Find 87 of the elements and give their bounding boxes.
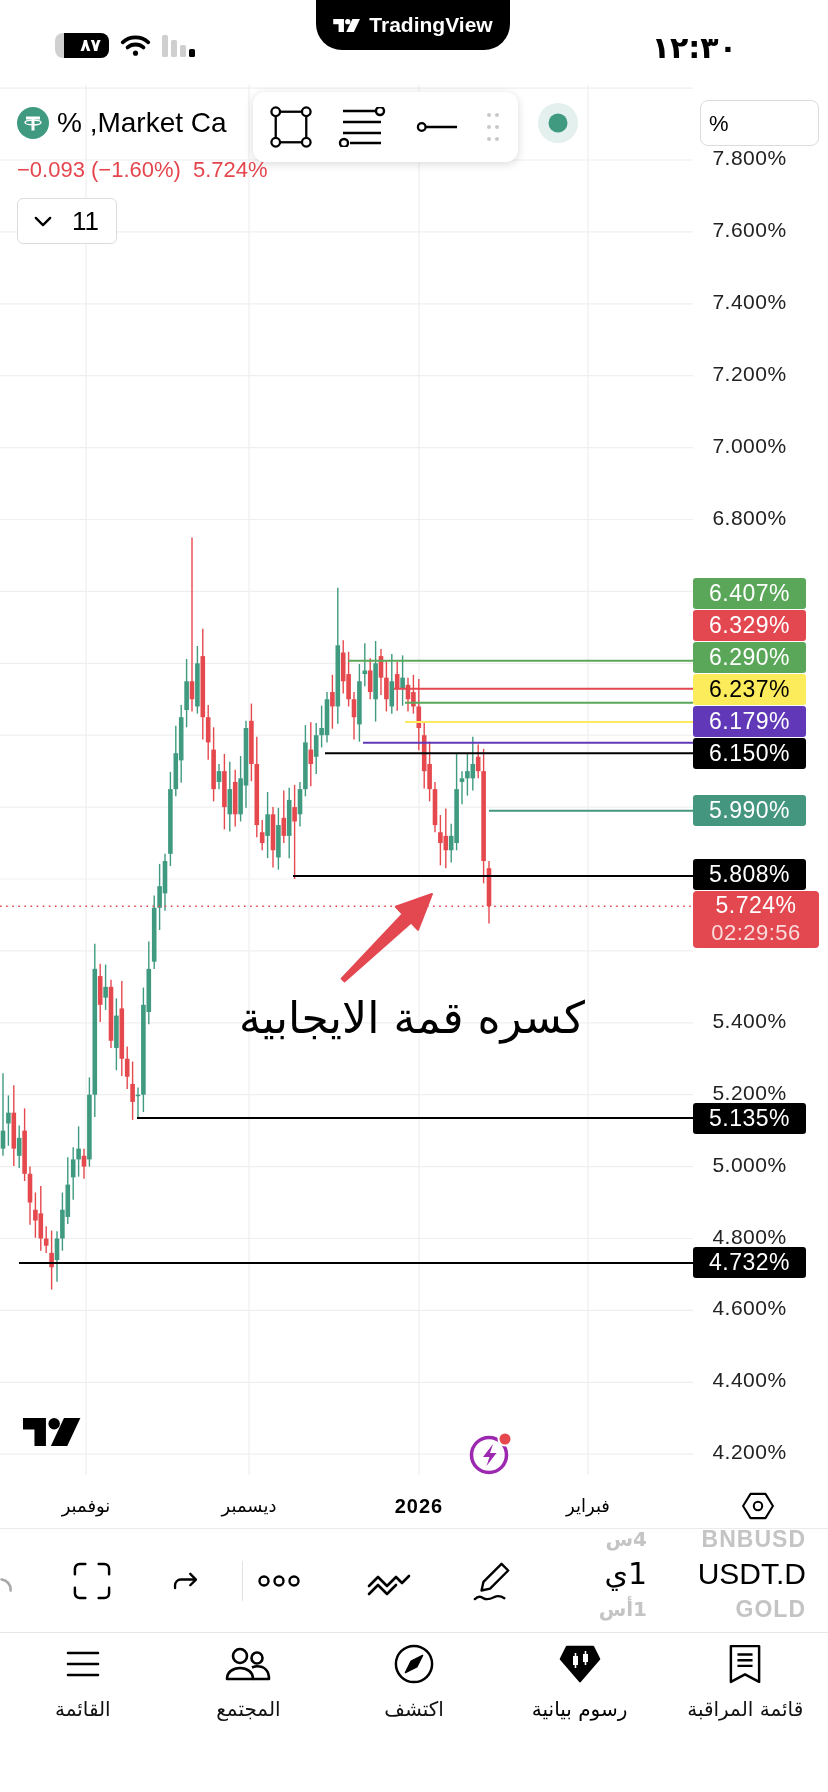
price-axis-label: 4.600% <box>711 1298 788 1319</box>
price-level-tag: 4.732% <box>693 1247 806 1279</box>
time-axis-label: ديسمبر <box>221 1494 277 1519</box>
bullish-candle <box>400 654 405 707</box>
bullish-candle <box>103 963 108 1011</box>
lightning-icon[interactable] <box>469 1431 513 1475</box>
wifi-icon <box>120 34 151 57</box>
pen-icon[interactable] <box>472 1560 512 1601</box>
nav-tab[interactable]: القائمة <box>0 1633 166 1733</box>
price-level-tag: 6.290% <box>693 641 806 673</box>
bullish-candle <box>195 645 200 715</box>
price-axis-label: 7.600% <box>711 219 788 240</box>
price-axis-label: 7.200% <box>711 363 788 384</box>
time-axis-label: فبراير <box>566 1494 610 1519</box>
price-axis-label: 5.200% <box>711 1082 788 1103</box>
price-axis-label: 7.800% <box>711 148 788 168</box>
people-icon <box>225 1647 272 1681</box>
nav-tab[interactable]: المجتمع <box>165 1633 332 1733</box>
battery-indicator: ٨٧ <box>55 33 109 58</box>
settings-icon[interactable] <box>742 1492 774 1520</box>
redo-icon[interactable] <box>173 1571 198 1590</box>
symbol-option[interactable]: USDT.D <box>697 1555 806 1592</box>
bullish-candle <box>227 761 233 833</box>
bearish-candle <box>281 789 287 844</box>
bullish-candle <box>286 787 292 859</box>
interval-option[interactable]: 1ي <box>604 1555 647 1592</box>
price-level-tag: 6.179% <box>693 705 806 737</box>
price-axis-label: 7.400% <box>711 291 788 312</box>
current-price-label: 5.724% <box>715 891 797 921</box>
bearish-candle <box>330 674 335 730</box>
signal-icon <box>162 34 196 57</box>
status-dot-icon <box>538 103 578 143</box>
candlestick-icon <box>558 1645 601 1683</box>
logo-icon <box>333 18 362 32</box>
price-level-tag: 6.237% <box>693 673 806 705</box>
annotation-text: كسره قمة الايجابية <box>238 991 585 1046</box>
bookmark-list-icon <box>729 1644 762 1684</box>
bullish-candle <box>265 791 270 859</box>
bearish-candle <box>270 806 276 869</box>
price-level-tag: 6.407% <box>693 577 806 609</box>
price-level-tag: 6.329% <box>693 609 806 641</box>
price-axis-label: 7.000% <box>711 435 788 456</box>
time-axis-label: 2026 <box>394 1494 444 1519</box>
bearish-candle <box>81 1147 87 1180</box>
app-name: TradingView <box>369 12 493 39</box>
legend-collapse-button[interactable]: 11 <box>17 198 117 244</box>
bullish-candle <box>389 653 395 715</box>
price-level-tag: 5.135% <box>693 1102 806 1134</box>
price-axis-label: 6.800% <box>711 507 788 528</box>
bearish-candle <box>97 963 103 1023</box>
bearish-candle <box>367 657 373 700</box>
bullish-candle <box>216 763 222 790</box>
bearish-candle <box>232 769 238 828</box>
time-axis-label: نوفمبر <box>61 1494 111 1519</box>
chart-logo-icon <box>23 1418 82 1446</box>
compass-icon <box>394 1644 434 1684</box>
drag-handle-icon[interactable] <box>487 112 499 142</box>
chevron-down-icon <box>34 215 52 227</box>
nav-tab[interactable]: اكتشف <box>331 1633 497 1733</box>
price-level-tag: 5.808% <box>693 859 806 891</box>
menu-icon <box>65 1651 100 1677</box>
bearish-candle <box>394 661 400 712</box>
bearish-candle <box>108 978 114 1049</box>
scale-button[interactable]: % <box>700 100 819 146</box>
coin-icon <box>17 107 49 139</box>
price-axis-label: 4.200% <box>711 1442 788 1463</box>
last-price: 5.724% <box>192 157 268 183</box>
price-level-tag: 6.150% <box>693 737 806 769</box>
price-axis-label: 5.000% <box>711 1154 788 1175</box>
bullish-candle <box>276 807 281 871</box>
rectangle-tool-icon[interactable] <box>270 106 312 148</box>
bearish-candle <box>308 721 314 787</box>
fullscreen-icon[interactable] <box>73 1561 111 1600</box>
nav-tab[interactable]: رسوم بيانية <box>496 1633 663 1733</box>
price-change: −0.093 (−1.60%) <box>17 157 181 183</box>
more-icon[interactable] <box>258 1574 300 1587</box>
line-segment-icon[interactable] <box>416 121 458 133</box>
price-level-tag: 5.990% <box>693 795 806 827</box>
symbol-title: % ,Market Ca <box>57 107 227 139</box>
bullish-candle <box>16 1124 22 1169</box>
price-axis-label: 4.800% <box>711 1226 788 1247</box>
nav-tab[interactable]: قائمة المراقبة <box>662 1633 828 1733</box>
price-axis-label: 5.400% <box>711 1010 788 1031</box>
price-axis-label: 4.400% <box>711 1370 788 1391</box>
status-time: ١٢:٣٠ <box>651 33 737 63</box>
bar-countdown: 02:29:56 <box>711 920 801 947</box>
parallel-lines-icon[interactable] <box>338 107 386 147</box>
